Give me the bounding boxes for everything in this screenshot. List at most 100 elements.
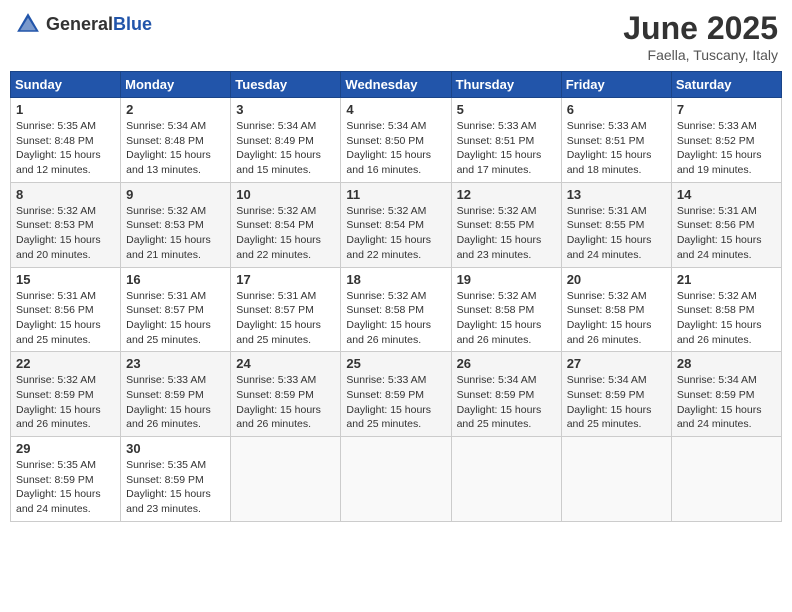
day-number: 5: [457, 102, 556, 117]
day-info: Sunrise: 5:33 AM Sunset: 8:52 PM Dayligh…: [677, 119, 776, 178]
day-info: Sunrise: 5:33 AM Sunset: 8:51 PM Dayligh…: [457, 119, 556, 178]
day-number: 19: [457, 272, 556, 287]
day-number: 9: [126, 187, 225, 202]
calendar-cell: 23Sunrise: 5:33 AM Sunset: 8:59 PM Dayli…: [121, 352, 231, 437]
calendar-cell: 30 Sunrise: 5:35 AM Sunset: 8:59 PM Dayli…: [121, 437, 231, 522]
day-number: 7: [677, 102, 776, 117]
logo-blue: Blue: [113, 14, 152, 34]
col-sunday: Sunday: [11, 72, 121, 98]
day-number: 27: [567, 356, 666, 371]
calendar-cell: 20 Sunrise: 5:32 AM Sunset: 8:58 PM Dayli…: [561, 267, 671, 352]
col-thursday: Thursday: [451, 72, 561, 98]
day-number: 4: [346, 102, 445, 117]
calendar-week-row: 8 Sunrise: 5:32 AM Sunset: 8:53 PM Daylig…: [11, 182, 782, 267]
day-info: Sunrise: 5:33 AM Sunset: 8:59 PM Dayligh…: [236, 373, 335, 432]
calendar-cell: 15 Sunrise: 5:31 AM Sunset: 8:56 PM Dayli…: [11, 267, 121, 352]
day-number: 3: [236, 102, 335, 117]
day-number: 2: [126, 102, 225, 117]
calendar-week-row: 29 Sunrise: 5:35 AM Sunset: 8:59 PM Dayli…: [11, 437, 782, 522]
calendar-cell: 24 Sunrise: 5:33 AM Sunset: 8:59 PM Dayli…: [231, 352, 341, 437]
month-title: June 2025: [623, 10, 778, 47]
day-info: Sunrise: 5:35 AM Sunset: 8:59 PM Dayligh…: [126, 458, 225, 517]
day-info: Sunrise: 5:35 AM Sunset: 8:59 PM Dayligh…: [16, 458, 115, 517]
calendar-cell: 28 Sunrise: 5:34 AM Sunset: 8:59 PM Dayli…: [671, 352, 781, 437]
calendar-cell: 3 Sunrise: 5:34 AM Sunset: 8:49 PM Daylig…: [231, 98, 341, 183]
calendar-cell: 21Sunrise: 5:32 AM Sunset: 8:58 PM Dayli…: [671, 267, 781, 352]
day-number: 14: [677, 187, 776, 202]
day-number: 20: [567, 272, 666, 287]
calendar-cell: 4 Sunrise: 5:34 AM Sunset: 8:50 PM Daylig…: [341, 98, 451, 183]
day-number: 29: [16, 441, 115, 456]
day-number: 11: [346, 187, 445, 202]
day-number: 30: [126, 441, 225, 456]
day-info: Sunrise: 5:31 AM Sunset: 8:55 PM Dayligh…: [567, 204, 666, 263]
calendar-cell: 6 Sunrise: 5:33 AM Sunset: 8:51 PM Daylig…: [561, 98, 671, 183]
logo-icon: [14, 10, 42, 38]
col-wednesday: Wednesday: [341, 72, 451, 98]
calendar-cell: 12Sunrise: 5:32 AM Sunset: 8:55 PM Dayli…: [451, 182, 561, 267]
day-info: Sunrise: 5:34 AM Sunset: 8:50 PM Dayligh…: [346, 119, 445, 178]
calendar-cell: [561, 437, 671, 522]
col-saturday: Saturday: [671, 72, 781, 98]
calendar-cell: 19 Sunrise: 5:32 AM Sunset: 8:58 PM Dayli…: [451, 267, 561, 352]
day-info: Sunrise: 5:34 AM Sunset: 8:59 PM Dayligh…: [677, 373, 776, 432]
day-info: Sunrise: 5:34 AM Sunset: 8:59 PM Dayligh…: [457, 373, 556, 432]
calendar-cell: 9 Sunrise: 5:32 AM Sunset: 8:53 PM Daylig…: [121, 182, 231, 267]
day-info: Sunrise: 5:34 AM Sunset: 8:48 PM Dayligh…: [126, 119, 225, 178]
day-number: 10: [236, 187, 335, 202]
page-header: GeneralBlue June 2025 Faella, Tuscany, I…: [10, 10, 782, 63]
calendar-cell: [231, 437, 341, 522]
day-number: 18: [346, 272, 445, 287]
day-info: Sunrise: 5:31 AM Sunset: 8:57 PM Dayligh…: [236, 289, 335, 348]
calendar-cell: 11 Sunrise: 5:32 AM Sunset: 8:54 PM Dayli…: [341, 182, 451, 267]
day-number: 28: [677, 356, 776, 371]
day-info: Sunrise: 5:31 AM Sunset: 8:56 PM Dayligh…: [16, 289, 115, 348]
title-area: June 2025 Faella, Tuscany, Italy: [623, 10, 778, 63]
calendar-cell: 25Sunrise: 5:33 AM Sunset: 8:59 PM Dayli…: [341, 352, 451, 437]
calendar-cell: 26Sunrise: 5:34 AM Sunset: 8:59 PM Dayli…: [451, 352, 561, 437]
calendar-cell: [451, 437, 561, 522]
calendar-cell: 10 Sunrise: 5:32 AM Sunset: 8:54 PM Dayli…: [231, 182, 341, 267]
calendar-cell: 16 Sunrise: 5:31 AM Sunset: 8:57 PM Dayli…: [121, 267, 231, 352]
calendar-week-row: 1Sunrise: 5:35 AM Sunset: 8:48 PM Daylig…: [11, 98, 782, 183]
day-info: Sunrise: 5:33 AM Sunset: 8:51 PM Dayligh…: [567, 119, 666, 178]
calendar-week-row: 22 Sunrise: 5:32 AM Sunset: 8:59 PM Dayli…: [11, 352, 782, 437]
day-info: Sunrise: 5:32 AM Sunset: 8:54 PM Dayligh…: [346, 204, 445, 263]
day-info: Sunrise: 5:32 AM Sunset: 8:58 PM Dayligh…: [346, 289, 445, 348]
calendar-cell: 1Sunrise: 5:35 AM Sunset: 8:48 PM Daylig…: [11, 98, 121, 183]
calendar-cell: 29 Sunrise: 5:35 AM Sunset: 8:59 PM Dayli…: [11, 437, 121, 522]
day-number: 16: [126, 272, 225, 287]
calendar-table: Sunday Monday Tuesday Wednesday Thursday…: [10, 71, 782, 522]
day-info: Sunrise: 5:31 AM Sunset: 8:57 PM Dayligh…: [126, 289, 225, 348]
calendar-cell: 18 Sunrise: 5:32 AM Sunset: 8:58 PM Dayli…: [341, 267, 451, 352]
calendar-cell: 8Sunrise: 5:32 AM Sunset: 8:53 PM Daylig…: [11, 182, 121, 267]
calendar-cell: 14 Sunrise: 5:31 AM Sunset: 8:56 PM Dayli…: [671, 182, 781, 267]
day-info: Sunrise: 5:32 AM Sunset: 8:59 PM Dayligh…: [16, 373, 115, 432]
day-info: Sunrise: 5:32 AM Sunset: 8:58 PM Dayligh…: [677, 289, 776, 348]
day-info: Sunrise: 5:33 AM Sunset: 8:59 PM Dayligh…: [126, 373, 225, 432]
calendar-cell: 7 Sunrise: 5:33 AM Sunset: 8:52 PM Daylig…: [671, 98, 781, 183]
calendar-cell: 13 Sunrise: 5:31 AM Sunset: 8:55 PM Dayli…: [561, 182, 671, 267]
day-number: 25: [346, 356, 445, 371]
day-number: 22: [16, 356, 115, 371]
day-number: 15: [16, 272, 115, 287]
day-info: Sunrise: 5:32 AM Sunset: 8:58 PM Dayligh…: [457, 289, 556, 348]
day-info: Sunrise: 5:32 AM Sunset: 8:58 PM Dayligh…: [567, 289, 666, 348]
day-info: Sunrise: 5:32 AM Sunset: 8:54 PM Dayligh…: [236, 204, 335, 263]
day-number: 1: [16, 102, 115, 117]
logo: GeneralBlue: [14, 10, 152, 38]
day-info: Sunrise: 5:31 AM Sunset: 8:56 PM Dayligh…: [677, 204, 776, 263]
col-friday: Friday: [561, 72, 671, 98]
day-number: 8: [16, 187, 115, 202]
day-number: 13: [567, 187, 666, 202]
day-info: Sunrise: 5:32 AM Sunset: 8:53 PM Dayligh…: [126, 204, 225, 263]
col-monday: Monday: [121, 72, 231, 98]
calendar-cell: 17 Sunrise: 5:31 AM Sunset: 8:57 PM Dayli…: [231, 267, 341, 352]
day-number: 17: [236, 272, 335, 287]
calendar-week-row: 15 Sunrise: 5:31 AM Sunset: 8:56 PM Dayli…: [11, 267, 782, 352]
calendar-header-row: Sunday Monday Tuesday Wednesday Thursday…: [11, 72, 782, 98]
location-title: Faella, Tuscany, Italy: [623, 47, 778, 63]
day-number: 6: [567, 102, 666, 117]
day-number: 24: [236, 356, 335, 371]
day-info: Sunrise: 5:34 AM Sunset: 8:49 PM Dayligh…: [236, 119, 335, 178]
